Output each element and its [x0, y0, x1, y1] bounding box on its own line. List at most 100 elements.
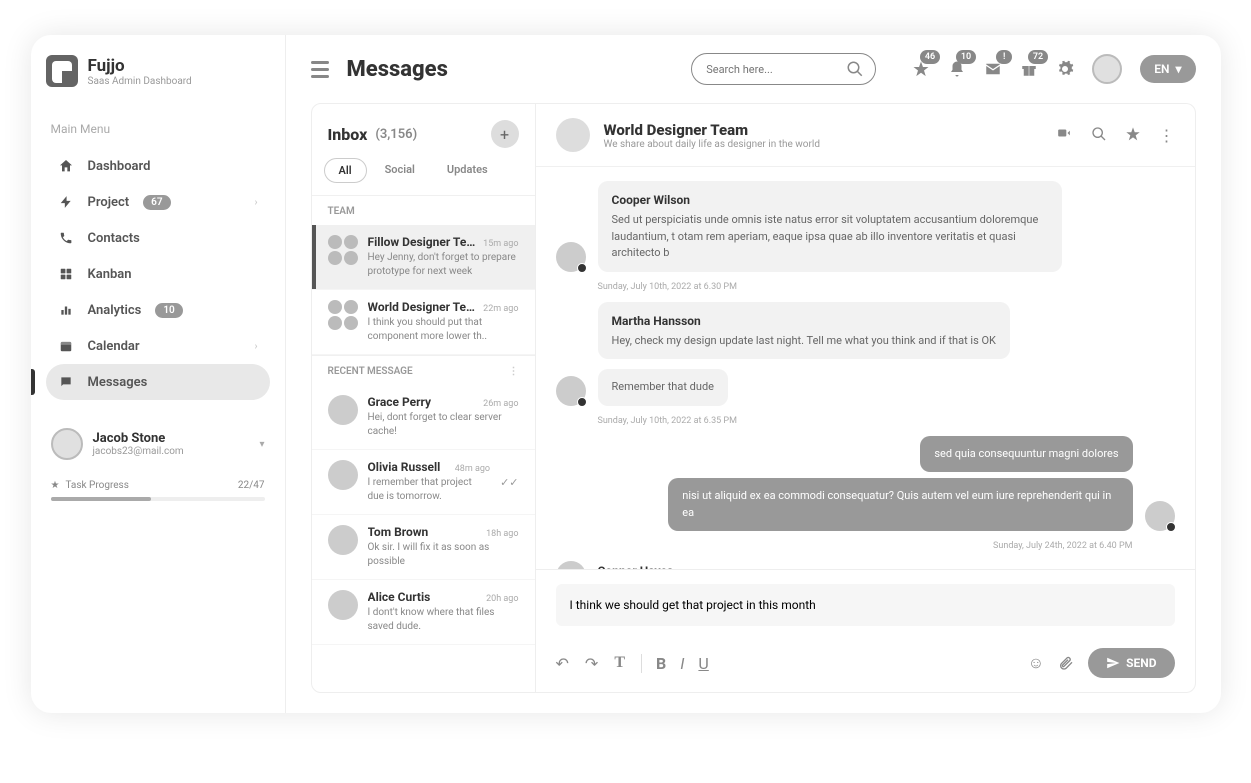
group-avatar-icon — [328, 235, 358, 265]
video-icon[interactable] — [1055, 126, 1073, 145]
thread-name: Olivia Russell — [368, 460, 441, 474]
brand[interactable]: Fujjo Saas Admin Dashboard — [46, 55, 270, 87]
thread-recent-2[interactable]: Tom Brown18h ago Ok sir. I will fix it a… — [312, 515, 535, 580]
star-icon[interactable]: 46 — [912, 60, 930, 78]
msg-time: Sunday, July 10th, 2022 at 6.30 PM — [556, 282, 1175, 292]
more-icon[interactable]: ⋮ — [509, 366, 519, 377]
chat-panel: World Designer Team We share about daily… — [536, 103, 1196, 693]
mail-icon[interactable]: ! — [984, 60, 1002, 78]
compose-input[interactable] — [556, 584, 1175, 626]
underline-icon[interactable]: U — [698, 654, 708, 673]
thread-name: World Designer Team — [368, 300, 478, 314]
lang-button[interactable]: EN▾ — [1140, 55, 1195, 83]
search-icon[interactable] — [1091, 126, 1107, 145]
gear-icon[interactable] — [1056, 60, 1074, 78]
user-email: jacobs23@mail.com — [93, 446, 184, 457]
progress-bar — [51, 497, 265, 501]
user-avatar — [51, 428, 83, 460]
tab-all[interactable]: All — [324, 158, 367, 183]
msg-avatar — [1145, 501, 1175, 531]
undo-icon[interactable]: ↶ — [556, 654, 569, 673]
chat-sub: We share about daily life as designer in… — [604, 139, 820, 150]
chart-icon — [58, 302, 74, 318]
top-avatar[interactable] — [1092, 54, 1122, 84]
sidebar-item-messages[interactable]: Messages — [46, 364, 270, 400]
composer: ↶ ↷ T B I U ☺ SEND — [536, 569, 1195, 692]
hamburger-icon[interactable] — [311, 61, 329, 78]
thread-recent-1[interactable]: Olivia Russell48m ago I remember that pr… — [312, 450, 535, 515]
msg-avatar — [556, 376, 586, 406]
star-badge: 46 — [920, 50, 940, 64]
thread-preview: Hei, dont forget to clear server cache! — [368, 411, 519, 439]
bell-icon[interactable]: 10 — [948, 60, 966, 78]
text-icon[interactable]: T — [614, 654, 625, 672]
msg-text: nisi ut aliquid ex ea commodi consequatu… — [682, 489, 1111, 519]
msg-text: sed quia consequuntur magni dolores — [934, 447, 1118, 460]
gift-icon[interactable]: 72 — [1020, 60, 1038, 78]
sidebar-item-label: Analytics — [88, 303, 142, 318]
calendar-icon — [58, 338, 74, 354]
sidebar-item-contacts[interactable]: Contacts — [46, 220, 270, 256]
brand-sub: Saas Admin Dashboard — [88, 76, 192, 87]
thread-preview: I remember that project due is tomorrow. — [368, 476, 491, 504]
italic-icon[interactable]: I — [680, 654, 684, 673]
msg-avatar — [556, 242, 586, 272]
msg-author: Martha Hansson — [612, 312, 996, 330]
msg-bubble: Cooper Wilson Sed ut perspiciatis unde o… — [598, 181, 1062, 272]
search-wrap[interactable] — [691, 53, 876, 85]
thread-time: 20h ago — [486, 594, 518, 604]
msg-text: Remember that dude — [612, 380, 714, 393]
msg-bubble-out: nisi ut aliquid ex ea commodi consequatu… — [668, 478, 1132, 531]
sidebar-item-label: Kanban — [88, 267, 132, 282]
bold-icon[interactable]: B — [656, 654, 666, 673]
chevron-right-icon: › — [254, 197, 257, 208]
msg-time: Sunday, July 24th, 2022 at 6.40 PM — [556, 541, 1175, 551]
send-button[interactable]: SEND — [1088, 648, 1174, 678]
inbox-title: Inbox — [328, 125, 368, 144]
thread-team-0[interactable]: Fillow Designer Team15m ago Hey Jenny, d… — [312, 225, 535, 290]
star-icon[interactable] — [1125, 126, 1141, 145]
tab-updates[interactable]: Updates — [433, 158, 502, 183]
more-icon[interactable]: ⋮ — [1159, 126, 1175, 145]
analytics-badge: 10 — [155, 303, 182, 318]
grid-icon — [58, 266, 74, 282]
task-count: 22/47 — [238, 480, 265, 491]
search-icon[interactable] — [846, 60, 864, 78]
redo-icon[interactable]: ↷ — [585, 654, 598, 673]
msg-text: Sed ut perspiciatis unde omnis iste natu… — [612, 213, 1039, 259]
thread-name: Fillow Designer Team — [368, 235, 478, 249]
tab-social[interactable]: Social — [371, 158, 429, 183]
sidebar-item-calendar[interactable]: Calendar › — [46, 328, 270, 364]
thread-name: Alice Curtis — [368, 590, 431, 604]
sidebar-item-project[interactable]: Project 67 › — [46, 184, 270, 220]
thread-preview: Ok sir. I will fix it as soon as possibl… — [368, 541, 519, 569]
avatar-icon — [328, 460, 358, 490]
sidebar-item-label: Calendar — [88, 339, 140, 354]
section-recent: RECENT MESSAGE⋮ — [312, 355, 535, 385]
attach-icon[interactable] — [1058, 655, 1074, 671]
read-check-icon: ✓✓ — [500, 476, 518, 489]
user-block[interactable]: Jacob Stone jacobs23@mail.com ▾ — [46, 420, 270, 468]
search-input[interactable] — [706, 63, 846, 76]
brand-title: Fujjo — [88, 56, 192, 76]
brand-logo-icon — [46, 55, 78, 87]
thread-team-1[interactable]: World Designer Team22m ago I think you s… — [312, 290, 535, 355]
thread-time: 18h ago — [486, 529, 518, 539]
thread-recent-0[interactable]: Grace Perry26m ago Hei, dont forget to c… — [312, 385, 535, 450]
sidebar-item-label: Messages — [88, 375, 148, 390]
user-name: Jacob Stone — [93, 431, 184, 446]
sidebar-item-analytics[interactable]: Analytics 10 — [46, 292, 270, 328]
sidebar-item-kanban[interactable]: Kanban — [46, 256, 270, 292]
msg-author: Cooper Wilson — [612, 191, 1048, 209]
msg-bubble: Martha Hansson Hey, check my design upda… — [598, 302, 1010, 360]
caret-down-icon: ▾ — [1175, 62, 1181, 76]
sidebar-item-dashboard[interactable]: Dashboard — [46, 148, 270, 184]
inbox-count: (3,156) — [375, 127, 417, 142]
bell-badge: 10 — [956, 50, 976, 64]
thread-recent-3[interactable]: Alice Curtis20h ago I dont't know where … — [312, 580, 535, 645]
compose-button[interactable]: + — [491, 120, 519, 148]
emoji-icon[interactable]: ☺ — [1028, 653, 1044, 673]
msg-avatar — [556, 561, 586, 569]
inbox-panel: Inbox (3,156) + All Social Updates TEAM … — [311, 103, 536, 693]
group-avatar-icon — [328, 300, 358, 330]
